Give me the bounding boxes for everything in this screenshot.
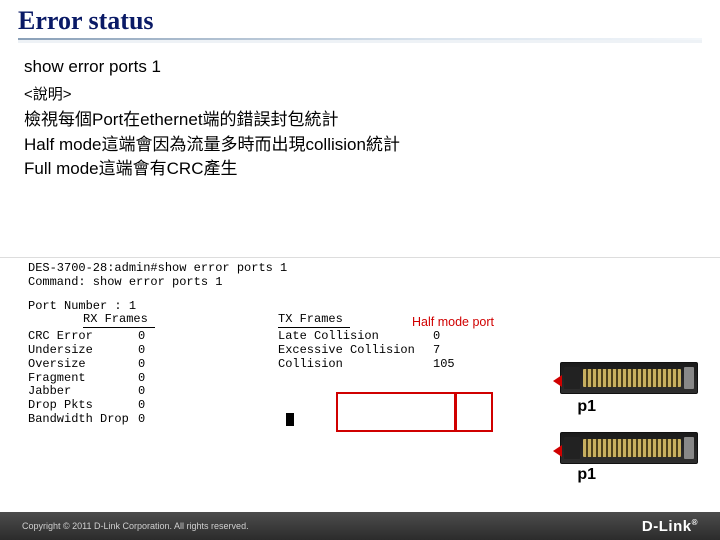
terminal-cursor	[286, 413, 294, 426]
terminal-top-edge	[0, 257, 720, 258]
rx-row-label: Bandwidth Drop	[28, 413, 138, 427]
tx-underline	[278, 327, 350, 328]
description-line-1: 檢視每個Port在ethernet端的錯誤封包統計	[24, 108, 702, 133]
title-sub-underline	[18, 40, 702, 43]
description-line-2: Half mode這端會因為流量多時而出現collision統計	[24, 133, 702, 158]
arrow-icon	[553, 375, 562, 387]
rx-underline	[83, 327, 155, 328]
rx-row-label: Undersize	[28, 344, 138, 358]
tx-row-label: Late Collision	[278, 330, 433, 344]
rx-row-value: 0	[138, 344, 278, 358]
device-side-panel	[564, 437, 580, 459]
rx-row-value: 0	[138, 385, 278, 399]
terminal-rx-header: RX Frames	[83, 313, 278, 327]
terminal-prompt: DES-3700-28:admin#show error ports 1	[28, 262, 558, 276]
title-bar: Error status	[0, 0, 720, 47]
highlight-box-labels	[336, 392, 456, 432]
port-label-1: p1	[577, 398, 596, 416]
device-ports	[583, 369, 681, 387]
note-label: <說明>	[24, 83, 702, 104]
device-side-panel	[564, 367, 580, 389]
brand-text: D-Link	[642, 518, 692, 535]
rx-row-label: Oversize	[28, 358, 138, 372]
device-ports	[583, 439, 681, 457]
rx-row-label: Drop Pkts	[28, 399, 138, 413]
device-end-panel	[684, 437, 694, 459]
rx-row-label: Fragment	[28, 372, 138, 386]
terminal-tx-header: TX Frames	[278, 313, 343, 327]
rx-row-value: 0	[138, 330, 278, 344]
content-block: show error ports 1 <說明> 檢視每個Port在etherne…	[0, 47, 720, 182]
footer-copyright: Copyright © 2011 D-Link Corporation. All…	[22, 521, 249, 531]
page-title: Error status	[18, 6, 702, 36]
rx-row-value: 0	[138, 372, 278, 386]
tx-row-value: 105	[433, 358, 493, 372]
registered-mark: ®	[692, 518, 698, 527]
tx-row-label: Collision	[278, 358, 433, 372]
rx-row-value: 0	[138, 399, 278, 413]
switch-device-image-2	[560, 432, 698, 464]
rx-row-value: 0	[138, 413, 278, 427]
arrow-icon	[553, 445, 562, 457]
switch-device-image-1	[560, 362, 698, 394]
rx-row-label: CRC Error	[28, 330, 138, 344]
port-label-2: p1	[577, 466, 596, 484]
rx-row-value: 0	[138, 358, 278, 372]
terminal-port-number: Port Number : 1	[28, 300, 558, 314]
tx-row-label: Excessive Collision	[278, 344, 433, 358]
footer-bar: Copyright © 2011 D-Link Corporation. All…	[0, 512, 720, 540]
device-end-panel	[684, 367, 694, 389]
rx-row-label: Jabber	[28, 385, 138, 399]
terminal-spacer	[28, 313, 83, 327]
tx-row-value: 7	[433, 344, 493, 358]
command-text: show error ports 1	[24, 57, 702, 77]
half-mode-label: Half mode port	[412, 315, 494, 329]
terminal-echo: Command: show error ports 1	[28, 276, 558, 290]
description-line-3: Full mode這端會有CRC產生	[24, 157, 702, 182]
highlight-box-values	[455, 392, 493, 432]
tx-row-value: 0	[433, 330, 493, 344]
brand-logo: D-Link®	[642, 518, 698, 535]
